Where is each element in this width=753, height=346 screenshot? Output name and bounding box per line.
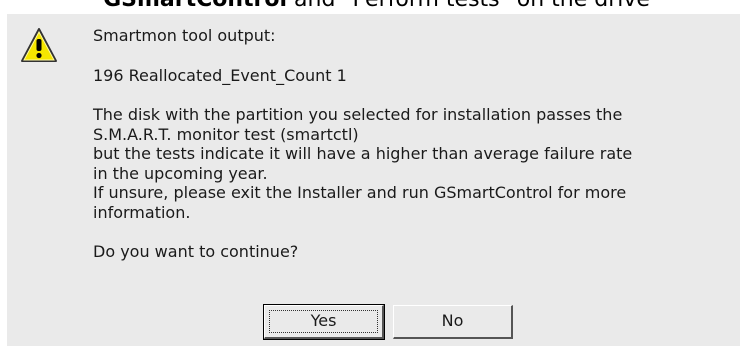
no-button[interactable]: No [393,305,513,339]
message-spacer [93,85,733,105]
message-line: S.M.A.R.T. monitor test (smartctl) [93,124,359,144]
focus-ring [269,310,378,333]
message-line: If unsure, please exit the Installer and… [93,183,627,202]
background-instruction-text: GSmartControl and "Perform tests" on the… [0,0,753,14]
dialog-message: Smartmon tool output: 196 Reallocated_Ev… [93,26,733,262]
warning-dialog: Smartmon tool output: 196 Reallocated_Ev… [7,14,740,346]
no-button-label: No [441,311,464,330]
message-line: Do you want to continue? [93,242,299,261]
message-line: information. [93,202,191,222]
message-line: 196 Reallocated_Event_Count 1 [93,65,347,85]
message-line: in the upcoming year. [93,163,268,183]
message-line: The disk with the partition you selected… [93,105,623,124]
warning-icon [21,28,57,62]
page: GSmartControl and "Perform tests" on the… [0,0,753,346]
message-spacer [93,46,733,66]
background-bold-text: GSmartControl [103,0,287,12]
background-rest-text: and "Perform tests" on the drive [287,0,650,12]
message-line: but the tests indicate it will have a hi… [93,144,633,163]
message-spacer [93,222,733,242]
message-line: Smartmon tool output: [93,26,276,45]
yes-button[interactable]: Yes [263,304,385,340]
